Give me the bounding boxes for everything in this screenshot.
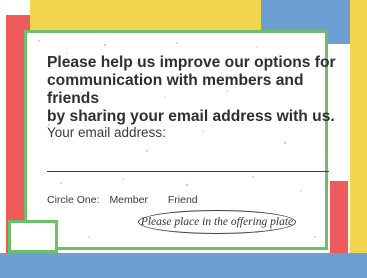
- headline-line-2: communication with members and friends: [47, 72, 304, 107]
- white-corner-inset: [8, 220, 58, 253]
- circle-one-label: Circle One:: [47, 194, 100, 206]
- email-field-label: Your email address:: [47, 125, 166, 140]
- membership-choice: Circle One: Member Friend: [47, 194, 205, 206]
- red-right-block: [330, 181, 348, 257]
- option-member[interactable]: Member: [109, 194, 148, 206]
- email-write-line[interactable]: [47, 171, 329, 172]
- offering-plate-note: Please place in the offering plate: [138, 210, 296, 234]
- email-signup-card: Please help us improve our options for c…: [0, 0, 367, 278]
- option-friend[interactable]: Friend: [168, 194, 198, 206]
- blue-bottom-block: [0, 253, 367, 278]
- yellow-right-block: [350, 0, 367, 278]
- headline-line-3: by sharing your email address with us.: [47, 108, 335, 125]
- headline-line-1: Please help us improve our options for: [47, 54, 336, 71]
- form-headline: Please help us improve our options for c…: [47, 54, 347, 126]
